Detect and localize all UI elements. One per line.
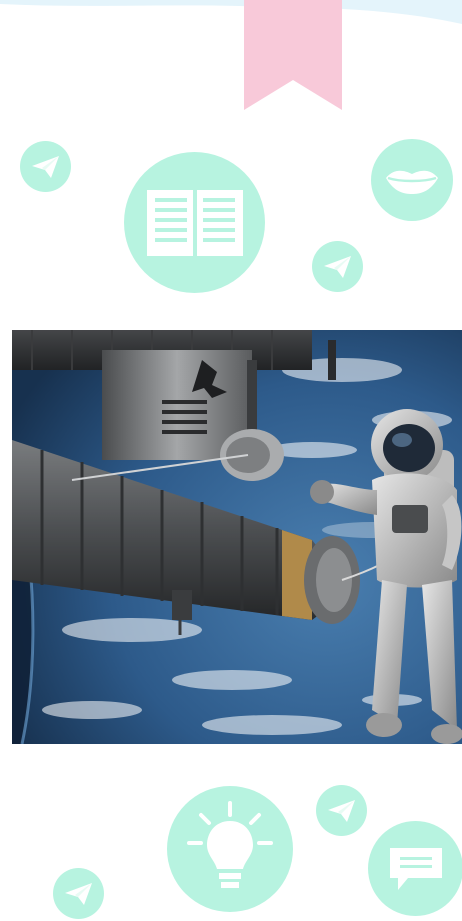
space-scene-illustration xyxy=(12,330,462,744)
lips-glyph xyxy=(386,170,438,194)
lightbulb-icon[interactable] xyxy=(167,786,293,912)
paper-plane-glyph xyxy=(327,799,355,822)
paper-plane-icon[interactable] xyxy=(20,141,71,192)
top-wave-decoration xyxy=(0,0,462,24)
paper-plane-icon[interactable] xyxy=(53,868,104,919)
paper-plane-glyph xyxy=(31,155,59,178)
lips-icon[interactable] xyxy=(371,139,453,221)
paper-plane-icon[interactable] xyxy=(316,785,367,836)
paper-plane-icon[interactable] xyxy=(312,241,363,292)
bookmark-icon[interactable] xyxy=(244,0,342,110)
chat-bubble-icon[interactable] xyxy=(368,821,462,916)
paper-plane-glyph xyxy=(323,255,351,278)
chat-bubble-glyph xyxy=(389,847,442,890)
lightbulb-glyph xyxy=(187,801,273,888)
astronaut-spacewalk-photo xyxy=(12,330,462,744)
open-book-icon[interactable] xyxy=(124,152,265,293)
open-book-glyph xyxy=(146,189,243,256)
paper-plane-glyph xyxy=(64,882,92,905)
